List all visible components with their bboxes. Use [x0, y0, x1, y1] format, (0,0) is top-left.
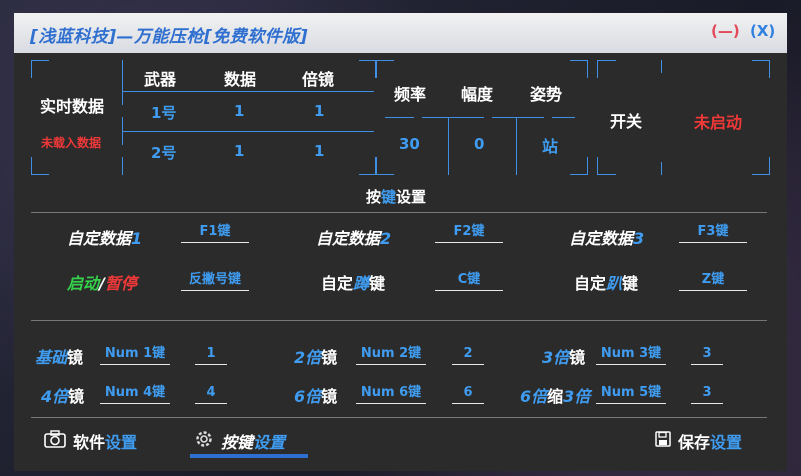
app-window: [浅蓝科技]—万能压枪[免费软件版] (—) (X) 实时数据 未载入数据 武器…	[14, 13, 787, 471]
row1-data: 1	[234, 102, 245, 120]
scope2-label: 2倍镜	[294, 348, 338, 367]
crouch-label: 自定蹲键	[321, 274, 386, 293]
scope1-label: 基础镜	[35, 348, 84, 367]
scope6to3-value-field[interactable]: 3	[691, 383, 723, 404]
custom3-key-field[interactable]: F3键	[679, 222, 747, 243]
posture-value: 站	[542, 137, 559, 156]
row2-weapon: 2号	[151, 144, 177, 162]
tab-save-settings[interactable]: 保存设置	[655, 428, 742, 454]
start-pause-key-field[interactable]: 反撇号键	[181, 270, 249, 291]
camera-icon	[44, 430, 66, 452]
save-icon	[655, 431, 671, 451]
scope6to3-label: 6倍缩3倍	[520, 387, 591, 406]
header-scope: 倍镜	[302, 70, 335, 89]
custom3-label: 自定数据3	[569, 229, 645, 248]
scope1-key-field[interactable]: Num 1键	[100, 344, 170, 365]
gear-icon	[194, 429, 214, 453]
realtime-label: 实时数据	[40, 97, 105, 116]
row1-scope: 1	[314, 102, 325, 120]
header-frequency: 频率	[394, 85, 427, 104]
window-title: [浅蓝科技]—万能压枪[免费软件版]	[30, 27, 309, 47]
scope4-key-field[interactable]: Num 4键	[100, 383, 170, 404]
prone-key-field[interactable]: Z键	[679, 270, 747, 291]
scope6-label: 6倍镜	[294, 387, 338, 406]
scope3-key-field[interactable]: Num 3键	[596, 344, 666, 365]
scope6-value-field[interactable]: 6	[452, 383, 484, 404]
switch-label: 开关	[610, 112, 643, 131]
tab-software-settings[interactable]: 软件设置	[44, 428, 137, 454]
header-posture: 姿势	[530, 85, 563, 104]
tab-key-settings[interactable]: 按键设置	[194, 428, 285, 454]
custom2-label: 自定数据2	[316, 229, 392, 248]
scope6-key-field[interactable]: Num 6键	[356, 383, 426, 404]
frequency-value: 30	[399, 135, 420, 153]
custom1-label: 自定数据1	[67, 229, 143, 248]
start-pause-label: 启动/暂停	[67, 274, 137, 293]
header-data: 数据	[224, 70, 257, 89]
prone-label: 自定趴键	[574, 274, 639, 293]
close-button[interactable]: (X)	[750, 22, 775, 40]
scope3-value-field[interactable]: 3	[691, 344, 723, 365]
custom2-key-field[interactable]: F2键	[435, 222, 503, 243]
scope1-value-field[interactable]: 1	[195, 344, 227, 365]
keyset-title: 按键设置	[366, 188, 427, 206]
active-tab-indicator	[190, 454, 308, 458]
custom1-key-field[interactable]: F1键	[181, 222, 249, 243]
row1-weapon: 1号	[151, 104, 177, 122]
amplitude-value: 0	[474, 135, 485, 153]
scope2-value-field[interactable]: 2	[452, 344, 484, 365]
header-amplitude: 幅度	[461, 85, 494, 104]
switch-status: 未启动	[694, 113, 743, 132]
scope4-label: 4倍镜	[41, 387, 85, 406]
scope4-value-field[interactable]: 4	[195, 383, 227, 404]
scope3-label: 3倍镜	[542, 348, 586, 367]
scope2-key-field[interactable]: Num 2键	[356, 344, 426, 365]
row2-scope: 1	[314, 142, 325, 160]
row2-data: 1	[234, 142, 245, 160]
crouch-key-field[interactable]: C键	[435, 270, 503, 291]
scope6to3-key-field[interactable]: Num 5键	[596, 383, 666, 404]
minimize-button[interactable]: (—)	[711, 22, 740, 40]
header-weapon: 武器	[144, 70, 177, 89]
title-bar[interactable]: [浅蓝科技]—万能压枪[免费软件版] (—) (X)	[14, 13, 787, 53]
load-status: 未载入数据	[41, 136, 102, 150]
